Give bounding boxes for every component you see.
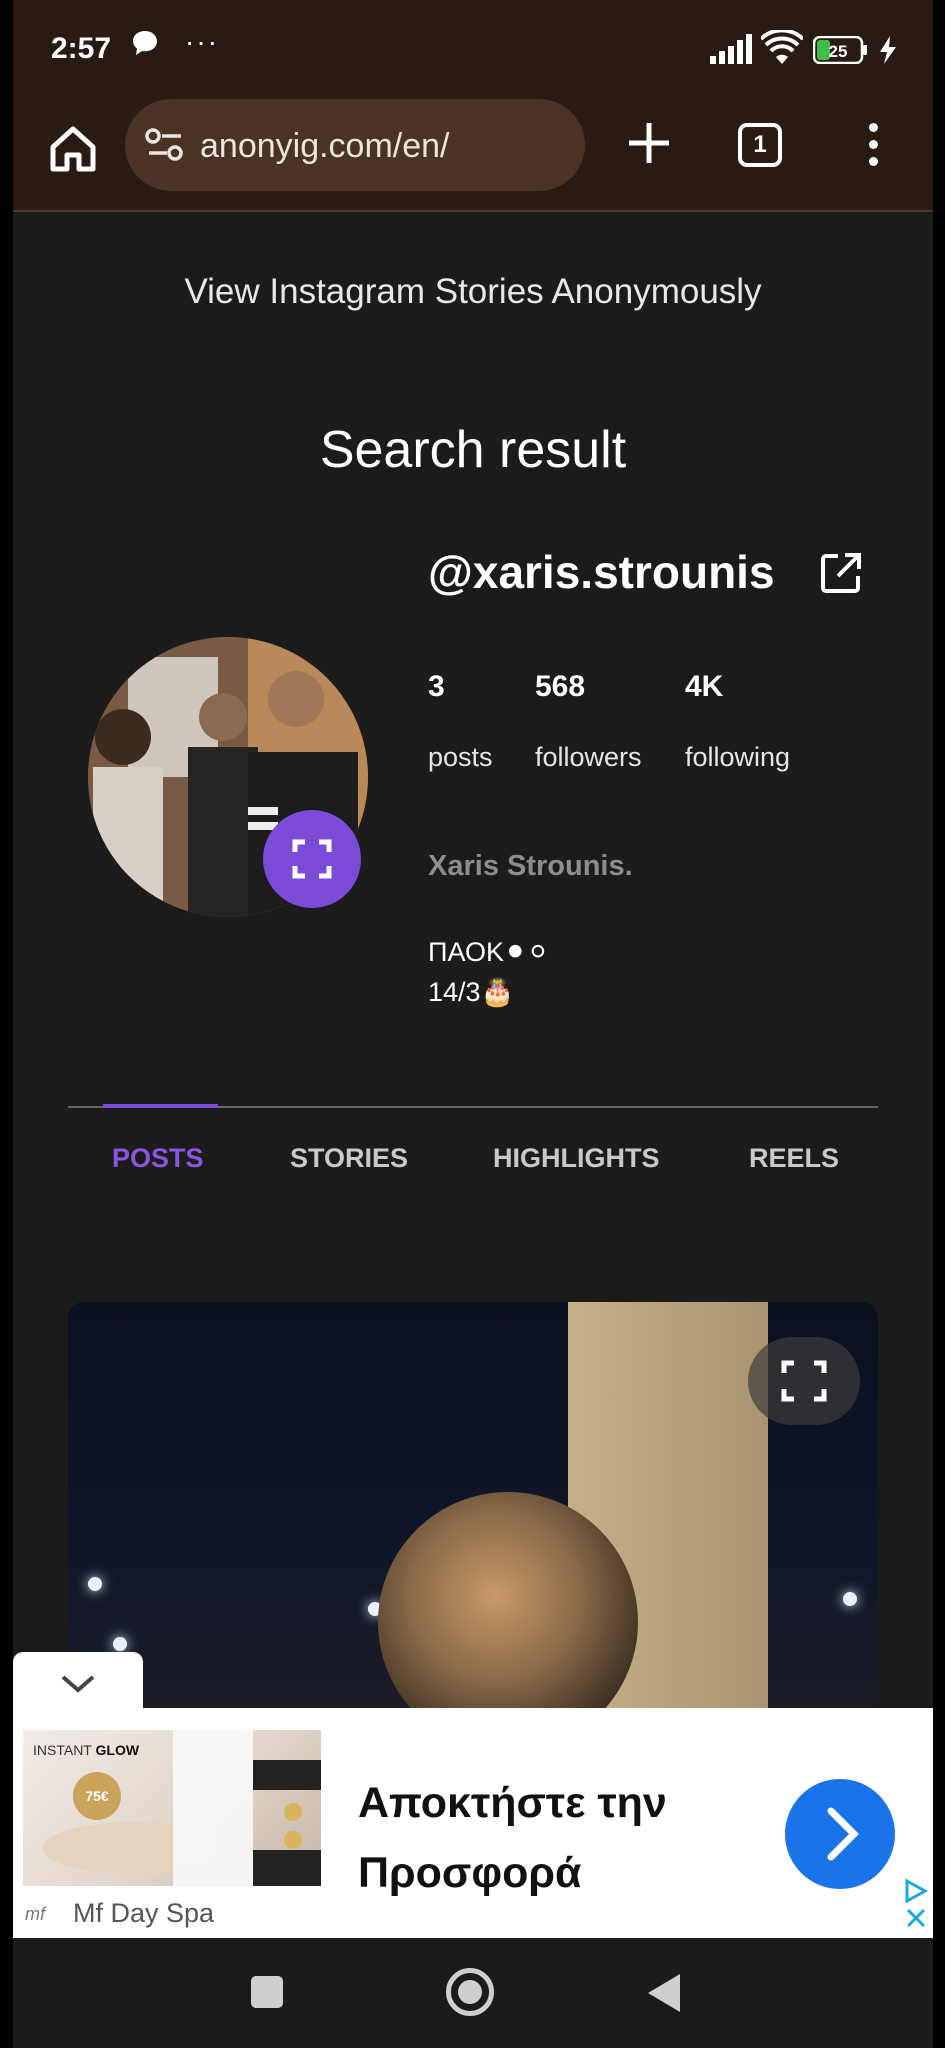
chat-bubble-icon <box>130 28 160 65</box>
ad-advertiser-logo: mf <box>25 1904 45 1924</box>
expand-icon <box>292 839 332 879</box>
post-image-light <box>113 1637 127 1651</box>
site-settings-icon[interactable] <box>145 127 185 163</box>
browser-menu-button[interactable] <box>866 123 880 167</box>
browser-toolbar: anonyig.com/en/ 1 <box>13 95 933 212</box>
url-text[interactable]: anonyig.com/en/ <box>200 127 450 166</box>
ad-spa-illustration <box>43 1730 321 1886</box>
posts-label: posts <box>428 742 493 772</box>
post-image-light <box>843 1592 857 1606</box>
profile-username: @xaris.strounis <box>428 546 775 598</box>
tab-active-indicator <box>103 1104 218 1108</box>
avatar-fullscreen-button[interactable] <box>263 810 361 908</box>
more-dots-icon: ··· <box>185 26 219 57</box>
adchoices-icon <box>905 1878 929 1928</box>
ad-collapse-button[interactable] <box>13 1652 143 1712</box>
wifi-icon <box>759 28 805 73</box>
system-home-button[interactable] <box>446 1968 494 2016</box>
ad-image[interactable]: INSTANT GLOW 75€ <box>23 1730 321 1886</box>
system-nav-bar <box>13 1938 933 2048</box>
battery-level: 25 <box>829 42 848 61</box>
battery-icon: 25 <box>812 35 869 71</box>
charging-bolt-icon <box>879 36 897 71</box>
tab-switcher-button[interactable]: 1 <box>738 123 782 167</box>
back-button[interactable] <box>648 1974 680 2012</box>
post-card[interactable] <box>68 1302 878 1722</box>
external-link-icon <box>821 553 861 593</box>
post-fullscreen-button[interactable] <box>748 1337 860 1425</box>
ad-cta-button[interactable] <box>785 1779 895 1889</box>
profile-full-name: Xaris Strounis. <box>428 850 633 882</box>
page-tagline: View Instagram Stories Anonymously <box>184 272 762 311</box>
open-external-link-button[interactable] <box>818 550 864 596</box>
profile-bio: ΠΑΟΚ⚫⚪ 14/3🎂 <box>428 937 550 1007</box>
screen: 2:57 ··· 25 anonyig.com/en/ 1 View Insta… <box>13 0 933 2048</box>
tab-highlights[interactable]: HIGHLIGHTS <box>493 1143 660 1174</box>
following-label: following <box>685 742 791 772</box>
status-time: 2:57 <box>51 32 112 65</box>
followers-label: followers <box>535 742 642 772</box>
tab-stories[interactable]: STORIES <box>290 1143 408 1174</box>
tab-reels[interactable]: REELS <box>749 1143 839 1174</box>
plus-icon <box>629 123 669 163</box>
followers-count: 568 <box>535 670 586 703</box>
status-bar: 2:57 ··· 25 <box>13 0 933 95</box>
expand-icon <box>781 1360 827 1402</box>
recent-apps-button[interactable] <box>251 1976 283 2008</box>
address-bar[interactable]: anonyig.com/en/ <box>125 99 585 191</box>
ad-advertiser-name: Mf Day Spa <box>73 1898 215 1928</box>
home-icon <box>50 126 96 172</box>
posts-count: 3 <box>428 670 445 703</box>
following-count: 4K <box>685 670 724 703</box>
ad-banner[interactable]: INSTANT GLOW 75€ Αποκτήστε την Προσφορά … <box>13 1708 933 1938</box>
signal-icon <box>710 34 752 71</box>
ad-choices-button[interactable] <box>903 1878 929 1928</box>
post-image-light <box>88 1577 102 1591</box>
chevron-right-icon <box>827 1807 859 1861</box>
new-tab-button[interactable] <box>623 117 675 169</box>
home-button[interactable] <box>43 119 103 179</box>
chevron-down-icon <box>61 1675 95 1693</box>
tab-posts[interactable]: POSTS <box>112 1143 204 1174</box>
section-title: Search result <box>319 421 627 479</box>
ad-headline[interactable]: Αποκτήστε την Προσφορά <box>358 1768 667 1908</box>
